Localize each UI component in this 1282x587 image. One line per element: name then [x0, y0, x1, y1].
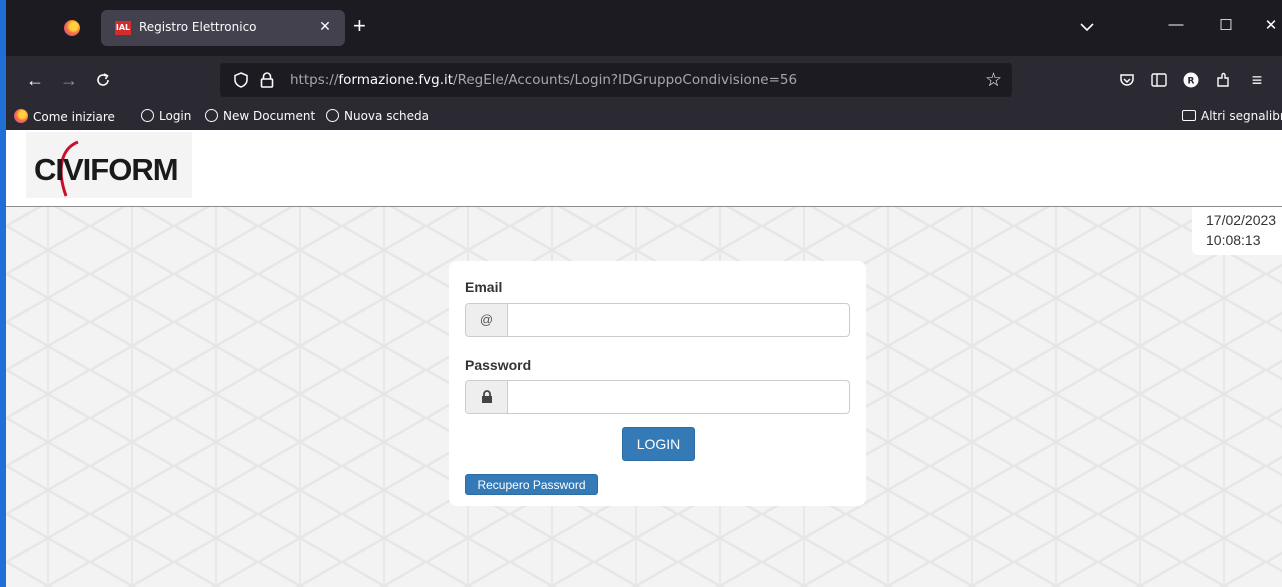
url-text[interactable]: https://formazione.fvg.it/RegEle/Account…: [290, 72, 797, 88]
current-date: 17/02/2023: [1206, 212, 1277, 228]
pocket-icon[interactable]: [1116, 69, 1138, 93]
page-header: CIVIFORM: [6, 130, 1282, 207]
password-field[interactable]: [508, 381, 848, 413]
email-group: @: [465, 303, 850, 337]
url-bar[interactable]: https://formazione.fvg.it/RegEle/Account…: [220, 63, 1012, 97]
other-bookmarks[interactable]: Altri segnalibri: [1182, 109, 1282, 123]
tab-strip: IAL Registro Elettronico ✕ + — ☐ ✕: [6, 0, 1282, 56]
password-label: Password: [465, 357, 532, 373]
firefox-icon: [14, 109, 28, 123]
padlock-icon: [466, 381, 508, 413]
password-group: [465, 380, 850, 414]
back-icon[interactable]: ←: [24, 69, 46, 91]
forward-icon[interactable]: →: [58, 69, 80, 91]
tab-registro[interactable]: IAL Registro Elettronico ✕: [101, 10, 345, 46]
tab-title: Registro Elettronico: [139, 20, 257, 34]
globe-icon: [326, 109, 339, 122]
svg-text:R: R: [1188, 77, 1195, 87]
login-card: Email @ Password LOGIN Recupero Password: [449, 261, 866, 506]
firefox-icon[interactable]: [64, 20, 80, 36]
window-close-icon[interactable]: ✕: [1261, 16, 1281, 34]
navigation-bar: ← → https://formazione.fvg.it/RegEle/Acc…: [6, 56, 1282, 104]
login-button[interactable]: LOGIN: [622, 427, 695, 461]
tab-bar: IAL Registro Elettronico ✕ + — ☐ ✕: [6, 8, 1282, 48]
page-content: CIVIFORM 17/02/2023 10:08:13 Email @ Pas…: [6, 130, 1282, 587]
bookmark-new-document[interactable]: New Document: [205, 109, 315, 123]
globe-icon: [141, 109, 154, 122]
folder-icon: [1182, 110, 1196, 121]
profile-icon[interactable]: R: [1180, 69, 1202, 93]
minimize-icon[interactable]: —: [1166, 16, 1186, 33]
bookmark-come-iniziare[interactable]: Come iniziare: [14, 109, 115, 124]
bookmarks-bar: Come iniziare Login New Document Nuova s…: [6, 104, 1282, 130]
email-field[interactable]: [508, 304, 848, 336]
recover-password-button[interactable]: Recupero Password: [465, 474, 598, 495]
clock-panel: 17/02/2023 10:08:13: [1192, 207, 1282, 255]
browser-window: IAL Registro Elettronico ✕ + — ☐ ✕ ← → h…: [0, 0, 1282, 587]
list-tabs-chevron-icon[interactable]: [1078, 18, 1096, 36]
tab-close-icon[interactable]: ✕: [317, 18, 333, 35]
extensions-icon[interactable]: [1212, 69, 1234, 93]
star-icon[interactable]: ☆: [985, 69, 1002, 92]
globe-icon: [205, 109, 218, 122]
logo-text: CIVIFORM: [34, 152, 179, 187]
bookmark-nuova-scheda[interactable]: Nuova scheda: [326, 109, 429, 123]
at-icon: @: [466, 304, 508, 336]
current-time: 10:08:13: [1206, 232, 1261, 248]
reload-icon[interactable]: [92, 69, 114, 93]
email-label: Email: [465, 279, 503, 295]
maximize-icon[interactable]: ☐: [1216, 16, 1236, 34]
shield-icon[interactable]: [234, 72, 248, 88]
ial-favicon-icon: IAL: [115, 21, 131, 35]
menu-icon[interactable]: ≡: [1246, 69, 1268, 91]
new-tab-button[interactable]: +: [353, 14, 366, 38]
civiform-logo[interactable]: CIVIFORM: [26, 132, 192, 198]
bookmark-login[interactable]: Login: [141, 109, 191, 123]
sidebar-icon[interactable]: [1148, 69, 1170, 92]
lock-icon[interactable]: [260, 71, 274, 89]
